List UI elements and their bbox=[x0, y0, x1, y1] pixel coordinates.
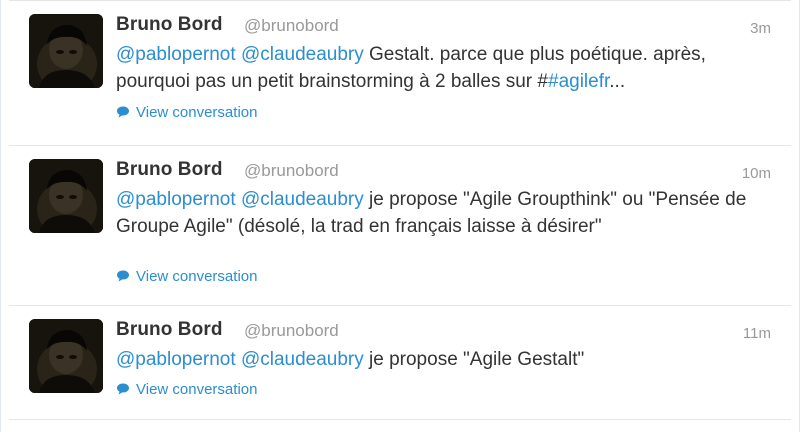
hashtag-link[interactable]: #agilefr bbox=[548, 71, 609, 92]
mention-link[interactable]: @claudeaubry bbox=[241, 349, 364, 370]
view-conversation-label: View conversation bbox=[136, 381, 258, 398]
author-fullname[interactable]: Bruno Bord bbox=[116, 319, 223, 341]
tweet-body: je propose "Agile Gestalt" bbox=[363, 349, 585, 370]
tweet-text: @pablopernot @claudeaubry je propose "Ag… bbox=[116, 186, 765, 240]
speech-bubble-icon bbox=[117, 106, 129, 118]
user-avatar[interactable] bbox=[29, 159, 103, 233]
avatar-portrait bbox=[29, 14, 103, 88]
avatar-portrait bbox=[29, 159, 103, 233]
view-conversation-label: View conversation bbox=[136, 104, 258, 121]
mention-link[interactable]: @claudeaubry bbox=[241, 189, 364, 210]
view-conversation-link[interactable]: View conversation bbox=[116, 380, 257, 400]
tweet-timestamp[interactable]: 3m bbox=[750, 20, 771, 37]
view-conversation-label: View conversation bbox=[136, 268, 258, 285]
tweet-header: Bruno Bord @brunobord 11m bbox=[116, 319, 771, 343]
hash-prefix: # bbox=[537, 71, 548, 92]
tweet-header: Bruno Bord @brunobord 10m bbox=[116, 159, 771, 183]
speech-bubble-icon bbox=[117, 383, 129, 395]
speech-bubble-icon bbox=[117, 270, 129, 282]
tweet-header: Bruno Bord @brunobord 3m bbox=[116, 14, 771, 38]
author-username[interactable]: @brunobord bbox=[244, 321, 339, 341]
avatar-portrait bbox=[29, 319, 103, 393]
author-username[interactable]: @brunobord bbox=[244, 161, 339, 181]
tweet-text: @pablopernot @claudeaubry Gestalt. parce… bbox=[116, 41, 765, 95]
author-username[interactable]: @brunobord bbox=[244, 16, 339, 36]
tweet-timeline: Bruno Bord @brunobord 3m @pablopernot @c… bbox=[0, 0, 800, 432]
user-avatar[interactable] bbox=[29, 14, 103, 88]
mention-link[interactable]: @pablopernot bbox=[116, 44, 236, 65]
author-fullname[interactable]: Bruno Bord bbox=[116, 14, 223, 36]
mention-link[interactable]: @pablopernot bbox=[116, 189, 236, 210]
mention-link[interactable]: @pablopernot bbox=[116, 349, 236, 370]
tweet-text: @pablopernot @claudeaubry je propose "Ag… bbox=[116, 346, 765, 373]
view-conversation-link[interactable]: View conversation bbox=[116, 267, 257, 287]
tweet-item[interactable]: Bruno Bord @brunobord 11m @pablopernot @… bbox=[9, 306, 791, 420]
mention-link[interactable]: @claudeaubry bbox=[241, 44, 364, 65]
tweet-timestamp[interactable]: 10m bbox=[742, 165, 771, 182]
tweet-timestamp[interactable]: 11m bbox=[743, 325, 771, 342]
view-conversation-link[interactable]: View conversation bbox=[116, 103, 257, 123]
author-fullname[interactable]: Bruno Bord bbox=[116, 159, 223, 181]
truncation-ellipsis: ... bbox=[609, 71, 626, 92]
tweet-item[interactable]: Bruno Bord @brunobord 10m @pablopernot @… bbox=[9, 146, 791, 306]
user-avatar[interactable] bbox=[29, 319, 103, 393]
tweet-item[interactable]: Bruno Bord @brunobord 3m @pablopernot @c… bbox=[9, 0, 791, 146]
